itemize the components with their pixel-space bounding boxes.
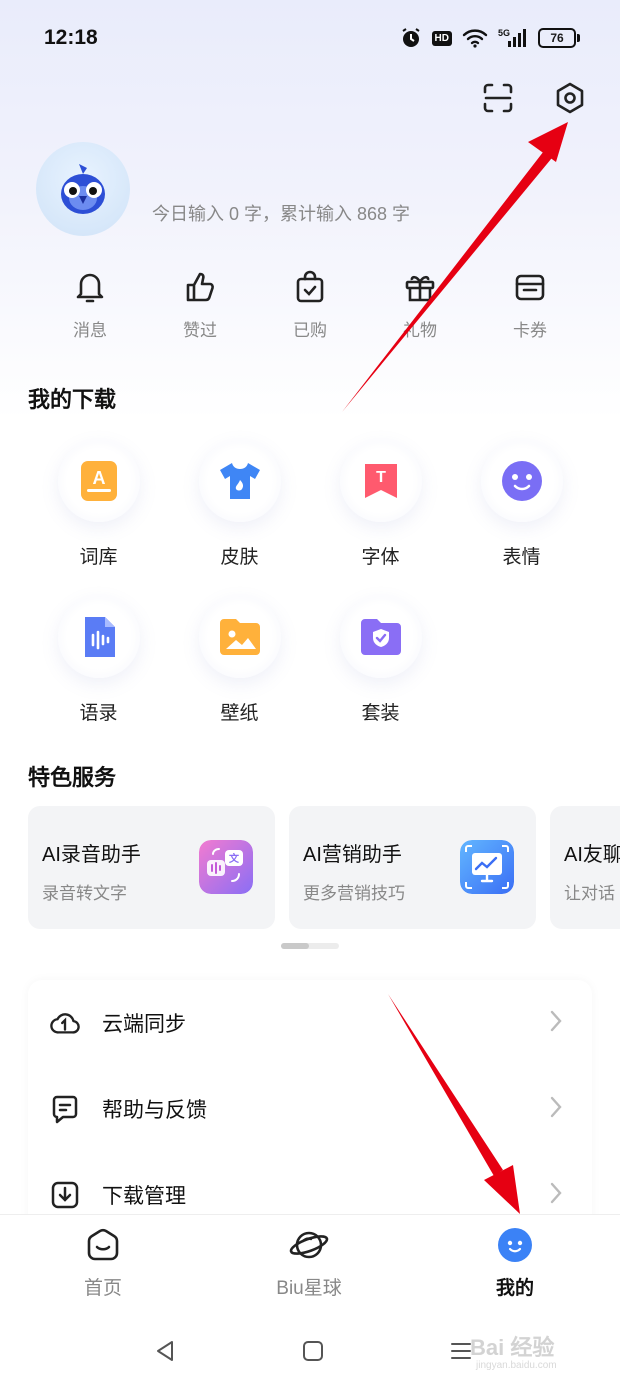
download-item-font[interactable]: T 字体 <box>310 440 451 569</box>
quick-actions: 消息 赞过 已购 礼物 卡券 <box>35 268 585 341</box>
mine-icon <box>498 1228 532 1262</box>
home-nav-icon[interactable] <box>298 1336 328 1366</box>
tab-label: 我的 <box>495 1278 534 1299</box>
download-label: 壁纸 <box>220 703 259 724</box>
folder-badge-icon <box>339 596 422 678</box>
download-label: 皮肤 <box>220 547 259 568</box>
tshirt-icon <box>198 440 281 522</box>
download-item-wallpaper[interactable]: 壁纸 <box>169 596 310 725</box>
service-card-ai-chat[interactable]: AI友聊 让对话 <box>550 806 620 929</box>
settings-item-cloud-sync[interactable]: 云端同步 <box>28 980 592 1066</box>
alarm-icon <box>400 27 422 49</box>
mascot-bird-icon <box>61 164 105 214</box>
bottom-tab-bar: 首页 Biu星球 我的 <box>0 1214 620 1314</box>
tab-label: 首页 <box>83 1278 122 1299</box>
quick-item-messages[interactable]: 消息 <box>35 268 145 341</box>
download-label: 语录 <box>79 703 118 724</box>
top-actions <box>480 80 588 116</box>
emoji-icon <box>480 440 563 522</box>
quick-label: 卡券 <box>513 321 547 340</box>
quick-label: 礼物 <box>403 321 437 340</box>
wallpaper-icon <box>198 596 281 678</box>
home-icon <box>87 1228 119 1261</box>
quick-label: 消息 <box>73 321 107 340</box>
download-item-emoji[interactable]: 表情 <box>451 440 592 569</box>
carousel-scroll-thumb <box>281 943 309 949</box>
settings-label: 下载管理 <box>102 1185 186 1208</box>
voice-translate-icon: 文 <box>199 840 253 894</box>
status-bar: 12:18 HD 5G 76 <box>0 0 620 76</box>
service-subtitle: 让对话 <box>564 884 615 903</box>
tab-home[interactable]: 首页 <box>0 1215 206 1314</box>
chevron-right-icon <box>550 1096 562 1118</box>
battery-level: 76 <box>538 28 576 48</box>
chevron-right-icon <box>550 1010 562 1032</box>
service-card-ai-marketing[interactable]: AI营销助手 更多营销技巧 <box>289 806 536 929</box>
cloud-sync-icon <box>50 1008 80 1038</box>
dictionary-icon: A <box>57 440 140 522</box>
tab-biu-planet[interactable]: Biu星球 <box>206 1215 412 1314</box>
planet-icon <box>289 1231 329 1259</box>
download-label: 套装 <box>361 703 400 724</box>
cellular-signal-icon: 5G <box>498 27 528 49</box>
marketing-chart-icon <box>460 840 514 894</box>
avatar[interactable] <box>36 142 130 236</box>
tab-label: Biu星球 <box>276 1278 342 1299</box>
thumbs-up-icon <box>183 268 217 306</box>
bell-icon <box>73 268 107 306</box>
quick-item-coupons[interactable]: 卡券 <box>475 268 585 341</box>
gift-icon <box>403 268 437 306</box>
back-icon[interactable] <box>150 1336 180 1366</box>
download-label: 字体 <box>361 547 400 568</box>
quick-label: 赞过 <box>183 321 217 340</box>
service-title: AI友聊 <box>564 844 620 866</box>
chevron-right-icon <box>550 1182 562 1204</box>
voice-note-icon <box>57 596 140 678</box>
status-icons: HD 5G 76 <box>400 27 580 49</box>
download-item-bundle[interactable]: 套装 <box>310 596 451 725</box>
feedback-icon <box>50 1094 80 1124</box>
service-card-ai-recording[interactable]: AI录音助手 录音转文字 文 <box>28 806 275 929</box>
quick-item-liked[interactable]: 赞过 <box>145 268 255 341</box>
settings-label: 云端同步 <box>102 1013 186 1036</box>
download-item-skin[interactable]: 皮肤 <box>169 440 310 569</box>
scan-icon[interactable] <box>480 80 516 116</box>
svg-text:T: T <box>376 469 386 486</box>
shopping-bag-icon <box>293 268 327 306</box>
download-label: 词库 <box>79 547 118 568</box>
battery-indicator: 76 <box>538 28 580 48</box>
download-item-dictionary[interactable]: A 词库 <box>28 440 169 569</box>
quick-label: 已购 <box>293 321 327 340</box>
carousel-scroll-indicator <box>281 943 339 949</box>
download-item-quotes[interactable]: 语录 <box>28 596 169 725</box>
settings-item-help-feedback[interactable]: 帮助与反馈 <box>28 1066 592 1152</box>
battery-tip <box>577 34 580 42</box>
downloads-section-title: 我的下载 <box>28 387 117 412</box>
settings-label: 帮助与反馈 <box>102 1099 207 1122</box>
svg-text:A: A <box>92 468 105 488</box>
quick-item-gifts[interactable]: 礼物 <box>365 268 475 341</box>
settings-list: 云端同步 帮助与反馈 下载管理 <box>28 980 592 1240</box>
quick-item-purchased[interactable]: 已购 <box>255 268 365 341</box>
svg-text:文: 文 <box>229 852 240 865</box>
services-section-title: 特色服务 <box>28 765 117 790</box>
baidu-watermark-url: jingyan.baidu.com <box>476 1360 557 1371</box>
download-label: 表情 <box>502 547 541 568</box>
wifi-icon <box>462 28 488 48</box>
status-time: 12:18 <box>44 26 98 49</box>
font-icon: T <box>339 440 422 522</box>
svg-text:5G: 5G <box>498 28 510 38</box>
wallet-icon <box>513 268 547 306</box>
services-carousel[interactable]: AI录音助手 录音转文字 文 AI营销助手 更多营销技巧 AI友聊 让对话 <box>28 806 620 929</box>
baidu-watermark: Bai 经验 <box>470 1335 555 1360</box>
hd-badge: HD <box>431 30 452 46</box>
tab-mine[interactable]: 我的 <box>412 1215 618 1314</box>
download-icon <box>50 1180 80 1210</box>
settings-gear-icon[interactable] <box>552 80 588 116</box>
input-statistics: 今日输入 0 字，累计输入 868 字 <box>152 204 411 224</box>
